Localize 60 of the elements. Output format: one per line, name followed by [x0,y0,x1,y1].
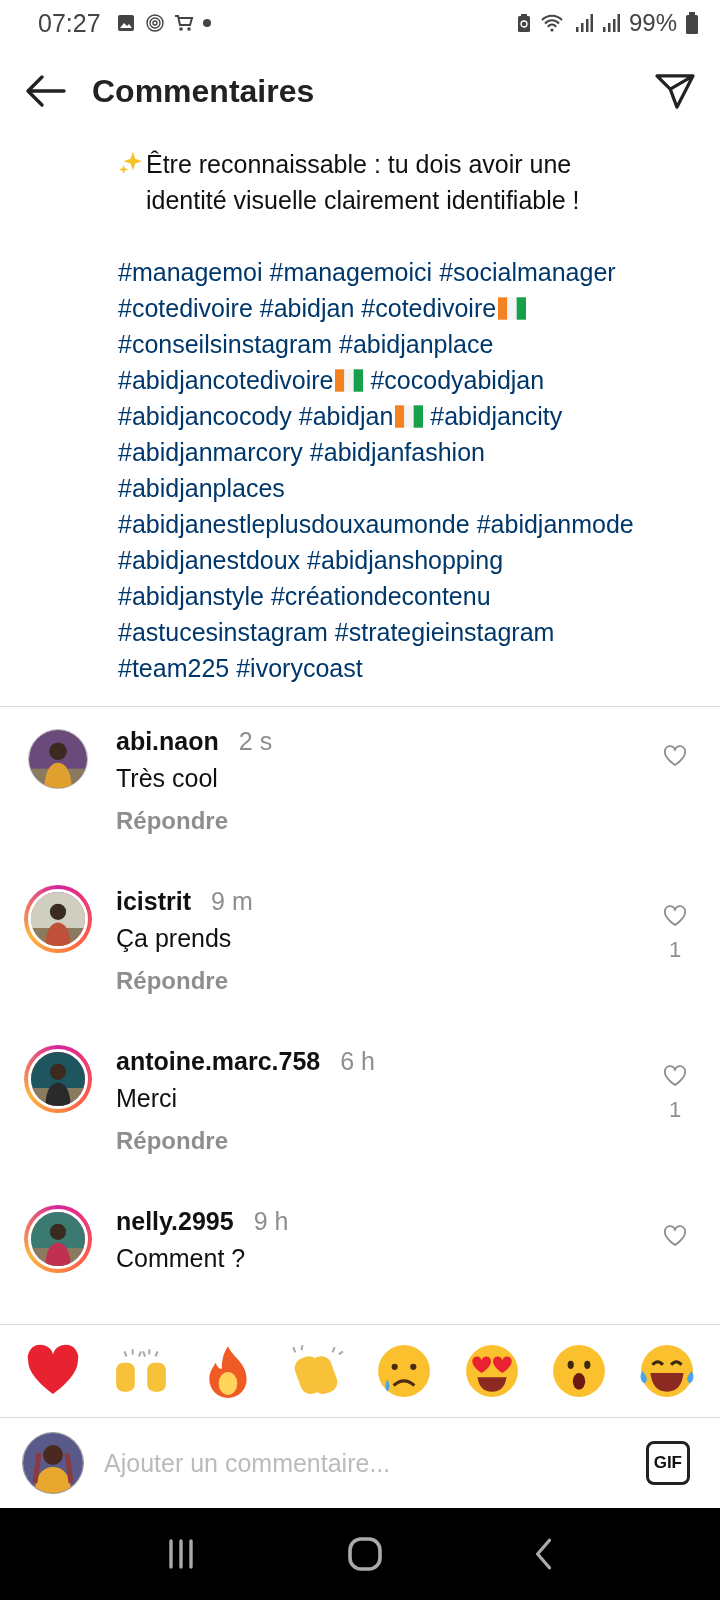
hashtag-link[interactable]: #abidjancity [430,398,563,434]
username[interactable]: abi.naon [116,727,219,756]
hashtag-link[interactable]: #abidjancocody [118,398,292,434]
hashtag-link[interactable]: #abidjan [298,398,394,434]
page-title: Commentaires [92,72,315,110]
hashtag-link[interactable]: #astucesinstagram [118,614,328,650]
hashtag-link[interactable]: #managemoici [269,254,433,290]
hashtag-link[interactable]: #abidjancotedivoire [118,362,334,398]
hashtag-link[interactable]: #abidjanmarcory [118,434,303,470]
status-time: 07:27 [38,8,101,38]
hashtag-link[interactable]: #team225 [118,650,230,686]
like-count: 1 [668,937,682,963]
hashtag-link[interactable]: #abidjan [259,290,355,326]
hashtag-link[interactable]: #abidjanestdoux [118,542,301,578]
like-heart-icon[interactable] [663,745,687,767]
comment-time: 9 h [253,1207,289,1236]
signal-icon [574,13,593,33]
comment-text: Merci [116,1084,178,1113]
hashtag-link[interactable]: #ivorycoast [236,650,363,686]
hashtag-link[interactable]: #abidjanstyle [118,578,264,614]
hashtag-link[interactable]: #abidjanplace [339,326,494,362]
comment-time: 9 m [211,887,253,916]
hashtag-link[interactable]: #abidjanplaces [118,470,285,506]
hashtag-link[interactable]: #cotedivoire [361,290,497,326]
hashtag-link[interactable]: #abidjanestleplusdouxaumonde [118,506,470,542]
battery-level: 99% [628,9,677,37]
like-heart-icon[interactable] [663,905,687,927]
home-icon[interactable] [347,1536,383,1572]
hashtag-link[interactable]: #cotedivoire [118,290,253,326]
signal-icon [601,13,620,33]
username[interactable]: icistrit [116,887,192,916]
send-icon[interactable] [654,72,696,110]
like-heart-icon[interactable] [663,1065,687,1087]
image-icon [115,13,136,33]
like-heart-icon[interactable] [663,1225,687,1247]
comment-input[interactable]: Ajouter un commentaire... [102,1447,628,1479]
like-count: 1 [668,1097,682,1123]
comment-text: Ça prends [116,924,232,953]
caption-text: Être reconnaissable : tu dois avoir une identité visuelle clairement identifiable ! [146,149,581,216]
hashtag-link[interactable]: #créationdecontenu [270,578,491,614]
comment-time: 2 s [238,727,273,756]
back-arrow-icon[interactable] [24,74,66,108]
comment-text: Très cool [116,764,218,793]
username[interactable]: nelly.2995 [116,1207,234,1236]
hashtag-link[interactable]: #managemoi [118,254,263,290]
hashtag-link[interactable]: #abidjanshopping [307,542,504,578]
comment-text: Comment ? [116,1244,246,1273]
gif-button[interactable]: GIF [645,1441,690,1485]
hashtag-link[interactable]: #abidjanmode [476,506,634,542]
hashtag-link[interactable]: #strategieinstagram [334,614,555,650]
dot-icon [202,19,211,27]
battery-saver-icon [516,13,531,33]
username[interactable]: antoine.marc.758 [116,1047,321,1076]
battery-icon [686,12,698,34]
comment-time: 6 h [340,1047,376,1076]
hashtag-link[interactable]: #socialmanager [439,254,616,290]
hashtag-link[interactable]: #cocodyabidjan [370,362,545,398]
hashtag-link[interactable]: #conseilsinstagram [118,326,332,362]
cart-icon [173,13,194,33]
hashtag-link[interactable]: #abidjanfashion [309,434,485,470]
